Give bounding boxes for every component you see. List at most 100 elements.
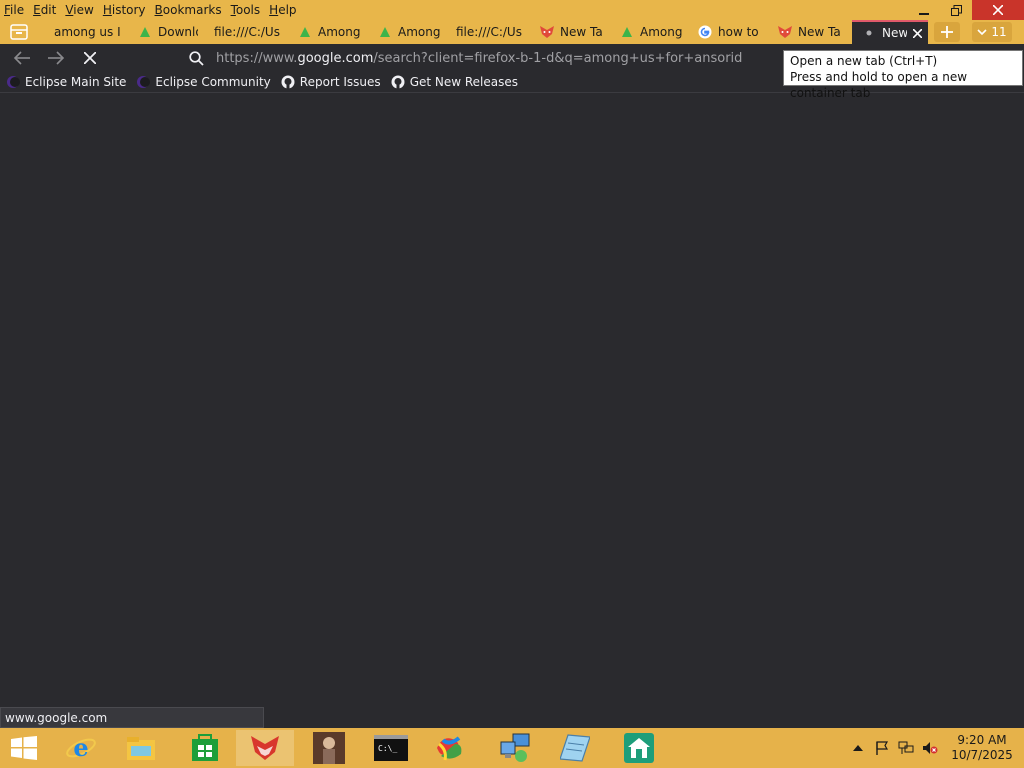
window-controls: [908, 0, 1024, 20]
tab-title: New Ta: [560, 25, 603, 39]
tab-new-active[interactable]: New: [852, 20, 928, 44]
menu-help[interactable]: Help: [269, 3, 296, 17]
green-triangle-icon: [138, 25, 152, 39]
green-triangle-icon: [620, 25, 634, 39]
bookmark-label: Eclipse Main Site: [25, 75, 127, 89]
new-tab-button[interactable]: [934, 22, 960, 42]
caret-up-icon: [853, 745, 863, 751]
taskbar-store[interactable]: [176, 730, 234, 766]
taskbar-internet-explorer[interactable]: e: [52, 730, 110, 766]
bookmark-eclipse-community[interactable]: Eclipse Community: [136, 75, 271, 89]
tab-title: Among: [398, 25, 440, 39]
menubar: File Edit View History Bookmarks Tools H…: [0, 0, 306, 20]
clock-date: 10/7/2025: [951, 748, 1013, 762]
url-path: /search?client=firefox-b-1-d&q=among+us+…: [373, 50, 743, 66]
tab-among-3[interactable]: Among: [610, 20, 688, 44]
tab-strip: among us I Downlo file:///C:/Us Among Am…: [0, 20, 1024, 44]
taskbar-notepad-app[interactable]: [546, 730, 604, 766]
status-text: www.google.com: [5, 710, 108, 725]
show-hidden-icons-button[interactable]: [848, 738, 868, 758]
menu-view[interactable]: View: [65, 3, 93, 17]
photo-thumbnail-icon: [313, 732, 345, 764]
minimize-icon: [919, 13, 929, 15]
windows-logo-icon: [11, 736, 37, 760]
github-icon: [391, 75, 405, 89]
flag-icon: [876, 741, 889, 755]
computer-network-icon: [500, 733, 530, 762]
menu-bookmarks[interactable]: Bookmarks: [155, 3, 222, 17]
tab-title: New: [882, 26, 907, 40]
bookmark-label: Report Issues: [299, 75, 381, 89]
tab-title: New Ta: [798, 25, 841, 39]
forward-button[interactable]: [45, 48, 67, 68]
restore-button[interactable]: [940, 0, 972, 20]
tab-count: 11: [991, 25, 1007, 39]
start-button[interactable]: [6, 732, 42, 764]
tab-title: Among: [640, 25, 682, 39]
menu-edit[interactable]: Edit: [33, 3, 56, 17]
system-tray: 9:20 AM 10/7/2025: [848, 728, 1024, 768]
tooltip-line-1: Open a new tab (Ctrl+T): [790, 54, 938, 68]
chevron-down-icon: [977, 28, 987, 35]
internet-explorer-icon: e: [66, 733, 96, 762]
stop-x-icon: [84, 52, 96, 64]
taskbar-file-explorer[interactable]: [112, 730, 170, 766]
menu-history[interactable]: History: [103, 3, 146, 17]
tab-how-to[interactable]: how to: [688, 20, 768, 44]
colorful-swirl-icon: [437, 736, 462, 761]
container-tabs-button[interactable]: [4, 21, 34, 43]
taskbar-house-app[interactable]: [610, 730, 668, 766]
bookmark-eclipse-main-site[interactable]: Eclipse Main Site: [6, 75, 126, 89]
network-button[interactable]: [896, 738, 916, 758]
svg-text:e: e: [73, 733, 88, 762]
taskbar-colorful-app[interactable]: [420, 730, 478, 766]
taskbar-photo-app[interactable]: [300, 730, 358, 766]
store-icon: [192, 734, 218, 761]
all-tabs-button[interactable]: 11: [972, 22, 1012, 42]
taskbar-network-app[interactable]: [486, 730, 544, 766]
notebook-icon: [560, 734, 590, 762]
stop-loading-button[interactable]: [79, 48, 101, 68]
command-prompt-icon: C:\_: [374, 735, 408, 761]
tab-file-2[interactable]: file:///C:/Us: [446, 20, 530, 44]
google-icon: [698, 25, 712, 39]
taskbar-firefox[interactable]: [236, 730, 294, 766]
tab-new-tab-1[interactable]: New Ta: [530, 20, 610, 44]
green-triangle-icon: [378, 25, 392, 39]
tab-title: Among: [318, 25, 361, 39]
action-center-button[interactable]: [872, 738, 892, 758]
minimize-button[interactable]: [908, 0, 940, 20]
bookmark-get-new-releases[interactable]: Get New Releases: [391, 75, 518, 89]
menu-tools[interactable]: Tools: [231, 3, 261, 17]
restore-icon: [950, 4, 962, 16]
bookmark-report-issues[interactable]: Report Issues: [281, 75, 381, 89]
tab-among-2[interactable]: Among: [368, 20, 446, 44]
tab-file-1[interactable]: file:///C:/Us: [204, 20, 288, 44]
dot-icon: [862, 26, 876, 40]
back-button[interactable]: [11, 48, 33, 68]
eclipse-icon: [136, 75, 151, 89]
taskbar-command-prompt[interactable]: C:\_: [362, 730, 420, 766]
green-triangle-icon: [298, 25, 312, 39]
close-window-button[interactable]: [972, 0, 1024, 20]
menu-file[interactable]: File: [4, 3, 24, 17]
tab-new-tab-2[interactable]: New Ta: [768, 20, 848, 44]
clock[interactable]: 9:20 AM 10/7/2025: [944, 733, 1020, 763]
tab-among-us-1[interactable]: among us I: [44, 20, 128, 44]
folder-icon: [127, 737, 155, 760]
url-text[interactable]: https://www.google.com/search?client=fir…: [216, 51, 742, 66]
url-bar[interactable]: https://www.google.com/search?client=fir…: [178, 46, 778, 70]
svg-text:C:\_: C:\_: [378, 744, 397, 753]
status-panel: www.google.com: [0, 707, 264, 728]
network-icon: [898, 741, 914, 754]
tab-download[interactable]: Downlo: [128, 20, 204, 44]
url-host: google.com: [297, 50, 374, 66]
close-tab-button[interactable]: [913, 28, 922, 38]
eclipse-icon: [6, 75, 20, 89]
tab-title: among us I: [54, 25, 121, 39]
bookmark-label: Get New Releases: [409, 75, 519, 89]
tooltip-line-2: Press and hold to open a new container t…: [790, 70, 968, 100]
volume-button[interactable]: [920, 738, 940, 758]
tab-among-1[interactable]: Among: [288, 20, 368, 44]
clock-time: 9:20 AM: [957, 733, 1007, 747]
